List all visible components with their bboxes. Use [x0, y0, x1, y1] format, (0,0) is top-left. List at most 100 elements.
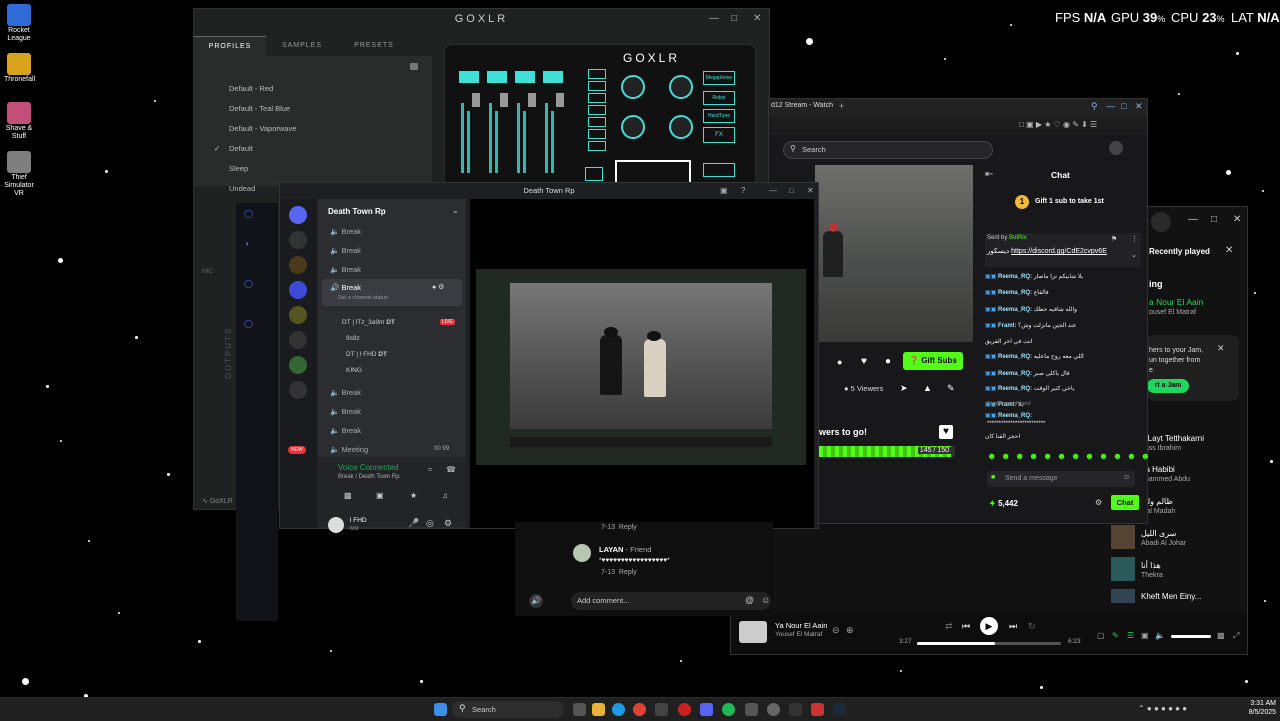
knob[interactable] — [669, 115, 693, 139]
toolbar-icons[interactable]: □ ▣ ▶ ★ ♡ ◉ ✎ ⬇ ☰ — [1019, 120, 1097, 129]
add-comment-input[interactable]: Add comment... @ ☺ — [571, 592, 771, 610]
chat-send-button[interactable]: Chat — [1111, 495, 1139, 510]
mute-button[interactable]: 🔊 — [529, 594, 543, 608]
disconnect-icon[interactable]: ☎ — [446, 465, 456, 474]
chat-username[interactable]: Reema_RQ: — [998, 354, 1032, 360]
share-icon[interactable]: ➤ — [900, 383, 908, 394]
warning-icon[interactable]: ▲ — [923, 383, 932, 393]
opera-icon[interactable] — [678, 703, 691, 716]
close-button[interactable]: ✕ — [753, 13, 761, 24]
chat-input[interactable]: ■ Send a message ☺ — [987, 471, 1135, 487]
file-explorer-icon[interactable] — [592, 703, 605, 716]
server-name[interactable]: Death Town Rp — [328, 207, 386, 216]
collapse-chat-icon[interactable]: ⇤ — [985, 169, 993, 180]
now-playing-artist[interactable]: Yousef El Matraf — [775, 631, 822, 638]
stream-video[interactable] — [815, 165, 973, 342]
discord-home-icon[interactable] — [289, 206, 307, 224]
gear-icon[interactable]: ⚙ — [444, 518, 452, 529]
heart-icon[interactable]: ♥ — [861, 356, 867, 367]
voice-channel[interactable]: 🔈 Break — [330, 227, 361, 236]
chat-username[interactable]: Reema_RQ: — [998, 307, 1032, 313]
fader-mute-button[interactable] — [459, 71, 479, 83]
app-icon[interactable] — [811, 703, 824, 716]
app-icon[interactable]: ◯ — [244, 209, 253, 218]
plus-circle-icon[interactable]: ⊕ — [846, 625, 854, 636]
profile-item[interactable]: Sleep — [212, 159, 296, 179]
task-view-icon[interactable] — [573, 703, 586, 716]
minimize-button[interactable]: — — [709, 13, 719, 24]
desktop-icon-thief-simulator[interactable]: Thief Simulator VR — [4, 151, 34, 198]
hardtune-button[interactable]: HardTune — [703, 109, 735, 123]
lyrics-icon[interactable]: ✎ — [1112, 631, 1119, 640]
chevron-down-icon[interactable]: ⌄ — [1131, 251, 1137, 259]
voice-member[interactable]: 9s9z — [346, 335, 360, 342]
edge-icon[interactable] — [612, 703, 625, 716]
small-button[interactable] — [588, 141, 606, 151]
next-icon[interactable]: ⏭ — [1009, 621, 1017, 632]
profile-item[interactable]: Default - Vaporwave — [212, 119, 296, 139]
chat-username[interactable]: Reema_RQ: — [998, 290, 1032, 296]
maximize-button[interactable]: □ — [1121, 101, 1126, 111]
chat-username[interactable]: Reema_RQ: — [998, 386, 1032, 392]
emote-bar[interactable]: ☻ ☻ ☻ ☻ ☻ ☻ ☻ ☻ ☻ ☻ ☻ ☻ — [987, 451, 1151, 461]
reply-link[interactable]: Reply — [619, 524, 637, 531]
app-icon[interactable]: ◯ — [244, 319, 253, 328]
search-icon[interactable]: ⚲ — [1091, 101, 1098, 112]
app-icon[interactable] — [789, 703, 802, 716]
noise-icon[interactable]: ≈ — [428, 465, 432, 474]
mention-icon[interactable]: @ — [745, 595, 754, 605]
previous-icon[interactable]: ⏮ — [962, 621, 970, 632]
tab-samples[interactable]: SAMPLES — [266, 36, 338, 56]
track-title[interactable]: سرى الليل — [1141, 529, 1176, 538]
knob[interactable] — [621, 75, 645, 99]
headphones-icon[interactable]: ◎ — [426, 518, 434, 529]
server-icon[interactable] — [289, 306, 307, 324]
small-button[interactable] — [588, 129, 606, 139]
app-icon[interactable]: ◯ — [244, 279, 253, 288]
track-title[interactable]: a Layt Tetthakarni — [1141, 434, 1204, 443]
taskbar-search[interactable]: ⚲ Search — [452, 701, 564, 718]
volume-slider[interactable] — [1171, 635, 1211, 638]
server-icon[interactable] — [289, 356, 307, 374]
browser-tab[interactable]: d12 Stream - Watch Li — [771, 102, 833, 109]
voice-member[interactable]: DT | l FHD DT — [346, 351, 387, 358]
voice-channel[interactable]: 🔈 Break — [330, 407, 361, 416]
discord-icon[interactable] — [700, 703, 713, 716]
devices-icon[interactable]: ▣ — [1141, 631, 1149, 640]
steam-icon[interactable] — [833, 703, 846, 716]
close-icon[interactable]: ✕ — [1217, 343, 1225, 354]
tab-presets[interactable]: PRESETS — [338, 36, 410, 56]
server-icon[interactable] — [289, 231, 307, 249]
small-button[interactable] — [588, 69, 606, 79]
close-panel-icon[interactable]: ✕ — [1225, 245, 1233, 256]
voice-member[interactable]: DT | lTz_3a9m DT — [342, 319, 395, 326]
chat-username[interactable]: Reema_RQ: — [998, 371, 1032, 377]
minimize-button[interactable]: — — [1188, 214, 1198, 225]
featured-song[interactable]: a Nour El Aain — [1149, 297, 1203, 307]
minimize-button[interactable]: — — [1106, 101, 1115, 111]
server-icon[interactable] — [289, 256, 307, 274]
chevron-down-icon[interactable]: ⌄ — [452, 206, 459, 215]
featured-artist[interactable]: ousef El Matraf — [1149, 309, 1196, 316]
voice-channel-meeting[interactable]: 🔈 Meeting — [330, 445, 368, 454]
reply-link[interactable]: Reply — [619, 569, 637, 576]
maximize-button[interactable]: □ — [731, 13, 737, 24]
gift-icon[interactable]: ● — [885, 356, 891, 367]
track-artist[interactable]: ohammed Abdu — [1141, 476, 1190, 483]
heart-icon[interactable]: ♥ — [939, 425, 953, 439]
track-artist[interactable]: Thekra — [1141, 572, 1163, 579]
avatar[interactable] — [1109, 141, 1123, 155]
close-button[interactable]: ✕ — [1135, 101, 1143, 112]
play-button[interactable]: ▶ — [980, 617, 998, 635]
profile-item-active[interactable]: ✓ Default — [212, 139, 296, 159]
avatar[interactable] — [328, 517, 344, 533]
megaphone-button[interactable]: Megaphone — [703, 71, 735, 85]
tab-profiles[interactable]: PROFILES — [194, 36, 266, 56]
pin-icon[interactable]: ⚑ — [1111, 235, 1117, 243]
close-button[interactable]: ✕ — [807, 186, 814, 195]
comment-author[interactable]: LAYAN - Friend — [599, 545, 651, 554]
start-jam-button[interactable]: rt a Jam — [1147, 379, 1189, 393]
desktop-icon-rocket-league[interactable]: Rocket League — [4, 4, 34, 43]
shuffle-icon[interactable]: ⇄ — [945, 621, 953, 632]
chat-username[interactable]: Reema_RQ: — [998, 413, 1032, 419]
